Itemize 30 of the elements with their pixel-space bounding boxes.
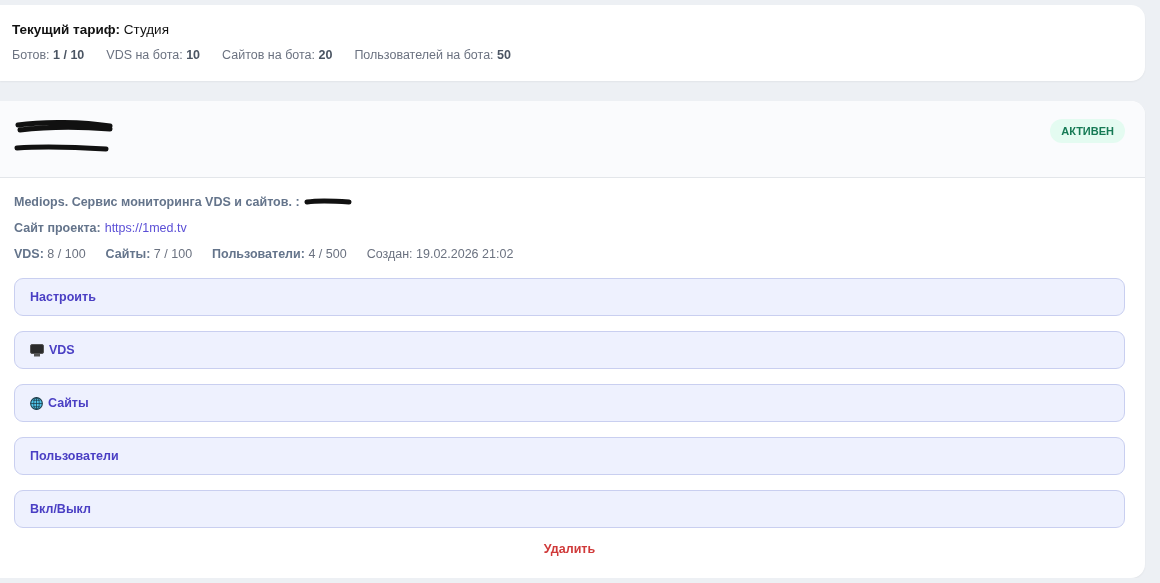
redaction-mark [303, 198, 352, 206]
limit-value: 50 [497, 48, 511, 62]
stat-label: Сайты: [105, 247, 151, 261]
limit-value: 20 [318, 48, 333, 62]
stat-label: Пользователи: [212, 247, 305, 261]
stat-label: VDS: [14, 247, 44, 261]
stat-value: 8 / 100 [47, 247, 86, 261]
action-button[interactable]: Сайты [14, 384, 1125, 422]
limit-value: 10 [186, 48, 201, 62]
plan-name: Студия [123, 22, 169, 37]
bot-description: Mediops. Сервис мониторинга VDS и сайтов. : [14, 195, 300, 209]
status-badge: АКТИВЕН [1050, 119, 1125, 143]
limit-label: Сайтов на бота: [222, 48, 315, 62]
limit-label: Ботов: [12, 48, 50, 62]
created-date: Создан: 19.02.2026 21:02 [366, 247, 514, 261]
plan-label: Текущий тариф: [12, 22, 121, 37]
globe-icon [30, 396, 43, 410]
monitor-icon [30, 343, 44, 357]
limit-value: 1 / 10 [53, 48, 85, 62]
stat-value: 7 / 100 [153, 247, 193, 261]
action-button[interactable]: VDS [14, 331, 1125, 369]
action-button[interactable]: Настроить [14, 278, 1125, 316]
site-label: Сайт проекта: [14, 221, 101, 235]
limit-label: VDS на бота: [106, 48, 183, 62]
site-link[interactable]: https://1med.tv [104, 221, 187, 235]
action-button[interactable]: Вкл/Выкл [14, 490, 1125, 528]
action-button[interactable]: Пользователи [14, 437, 1125, 475]
limit-label: Пользователей на бота: [354, 48, 494, 62]
stat-value: 4 / 500 [308, 247, 347, 261]
delete-button[interactable]: Удалить [539, 540, 600, 558]
